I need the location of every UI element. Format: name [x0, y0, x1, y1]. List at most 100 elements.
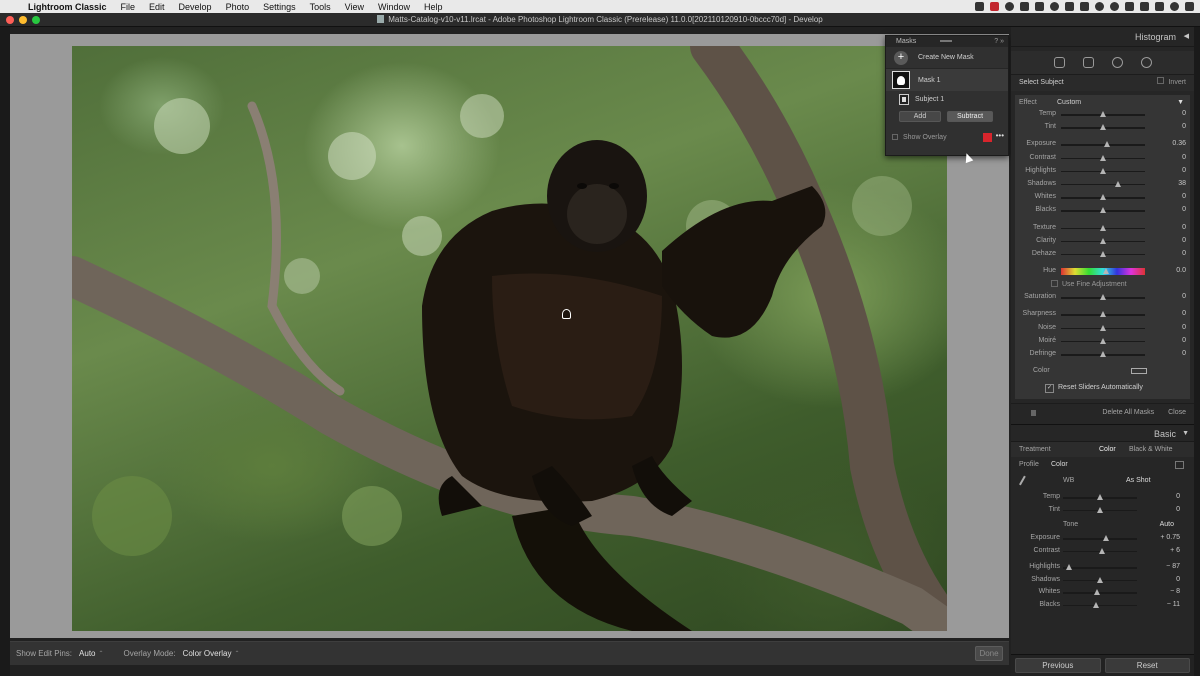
shadows-slider[interactable]: Shadows 0	[1011, 574, 1194, 587]
whites-slider[interactable]: Whites − 8	[1011, 586, 1194, 599]
saturation-knob[interactable]	[1100, 294, 1106, 301]
moir-value[interactable]: 0	[1182, 337, 1186, 344]
texture-value[interactable]: 0	[1182, 224, 1186, 231]
exposure-slider[interactable]: Exposure 0.36	[1015, 138, 1190, 151]
overlay-mode-select[interactable]: Color Overlay	[183, 649, 232, 658]
eyedropper-icon[interactable]	[1019, 475, 1031, 489]
temp-value[interactable]: 0	[1176, 493, 1180, 500]
tint-value[interactable]: 0	[1182, 123, 1186, 130]
clarity-value[interactable]: 0	[1182, 237, 1186, 244]
contrast-value[interactable]: + 6	[1170, 547, 1180, 554]
saturation-value[interactable]: 0	[1182, 293, 1186, 300]
dehaze-knob[interactable]	[1100, 250, 1106, 257]
edit-pin[interactable]	[562, 309, 571, 319]
blacks-knob[interactable]	[1093, 601, 1100, 608]
create-new-mask-button[interactable]: + Create New Mask	[886, 47, 1008, 69]
toggle-icon[interactable]	[1031, 410, 1036, 417]
exposure-knob[interactable]	[1104, 141, 1111, 148]
moir-knob[interactable]	[1100, 337, 1106, 344]
zoom-window-button[interactable]	[32, 16, 40, 24]
tray-spotlight-icon[interactable]	[1155, 2, 1164, 11]
whites-value[interactable]: − 8	[1170, 588, 1180, 595]
dehaze-slider[interactable]: Dehaze 0	[1015, 248, 1190, 261]
collapse-icon[interactable]: »	[1000, 38, 1004, 45]
healing-tool-icon[interactable]	[1082, 57, 1094, 68]
tray-screen-icon[interactable]	[1020, 2, 1029, 11]
photo-preview[interactable]	[72, 46, 947, 631]
blacks-knob[interactable]	[1100, 207, 1106, 214]
defringe-value[interactable]: 0	[1182, 350, 1186, 357]
reset-button[interactable]: Reset	[1104, 658, 1190, 673]
shadows-value[interactable]: 0	[1176, 576, 1180, 583]
temp-value[interactable]: 0	[1182, 110, 1186, 117]
more-options-icon[interactable]: •••	[996, 131, 1004, 140]
texture-slider[interactable]: Texture 0	[1015, 222, 1190, 235]
whites-knob[interactable]	[1094, 589, 1101, 596]
collapse-triangle-icon[interactable]: ▼	[1182, 425, 1189, 443]
texture-knob[interactable]	[1100, 224, 1106, 231]
close-window-button[interactable]	[6, 16, 14, 24]
defringe-slider[interactable]: Defringe 0	[1015, 348, 1190, 361]
highlights-knob[interactable]	[1065, 564, 1072, 571]
auto-tone-button[interactable]: Auto	[1160, 518, 1174, 532]
contrast-slider[interactable]: Contrast 0	[1015, 152, 1190, 165]
tray-wifi-icon[interactable]	[1125, 2, 1134, 11]
menu-tools[interactable]: Tools	[303, 2, 338, 12]
wb-select[interactable]: As Shot	[1126, 477, 1151, 484]
collapse-triangle-icon[interactable]: ◀	[1184, 27, 1189, 47]
shadows-slider[interactable]: Shadows 38	[1015, 178, 1190, 191]
minimize-window-button[interactable]	[19, 16, 27, 24]
whites-knob[interactable]	[1100, 194, 1106, 201]
noise-value[interactable]: 0	[1182, 324, 1186, 331]
masking-tool-icon[interactable]	[1140, 57, 1152, 68]
drag-handle-icon[interactable]	[940, 40, 952, 42]
overlay-color-swatch[interactable]	[983, 133, 992, 142]
menu-settings[interactable]: Settings	[256, 2, 303, 12]
highlights-value[interactable]: − 87	[1166, 563, 1180, 570]
tray-c-icon[interactable]	[1095, 2, 1104, 11]
shadows-knob[interactable]	[1097, 576, 1103, 583]
sharpness-knob[interactable]	[1100, 311, 1106, 318]
collapse-triangle-icon[interactable]: ▼	[1177, 97, 1184, 108]
mask-component-item[interactable]: Subject 1	[886, 91, 1008, 108]
reset-sliders-checkbox[interactable]: Reset Sliders Automatically	[1015, 381, 1190, 395]
histogram-header[interactable]: Histogram ◀	[1011, 27, 1194, 47]
tray-control-center-icon[interactable]	[1185, 2, 1194, 11]
close-masks-button[interactable]: Close	[1168, 409, 1186, 416]
temp-knob[interactable]	[1100, 111, 1106, 117]
help-icon[interactable]: ?	[994, 38, 998, 45]
tray-app-icon[interactable]	[975, 2, 984, 11]
highlights-value[interactable]: 0	[1182, 167, 1186, 174]
tint-value[interactable]: 0	[1176, 506, 1180, 513]
menu-edit[interactable]: Edit	[142, 2, 172, 12]
temp-slider[interactable]: Temp 0	[1011, 491, 1194, 504]
effect-preset-select[interactable]: Custom	[1057, 97, 1081, 108]
invert-checkbox[interactable]: Invert	[1157, 75, 1186, 91]
red-eye-tool-icon[interactable]	[1111, 57, 1123, 68]
blacks-slider[interactable]: Blacks − 11	[1011, 599, 1194, 612]
tint-slider[interactable]: Tint 0	[1011, 504, 1194, 517]
blacks-value[interactable]: 0	[1182, 206, 1186, 213]
treatment-color-option[interactable]: Color	[1099, 442, 1116, 457]
blacks-slider[interactable]: Blacks 0	[1015, 204, 1190, 217]
tray-eye-icon[interactable]	[1005, 2, 1014, 11]
mask-item[interactable]: Mask 1	[886, 69, 1008, 91]
contrast-knob[interactable]	[1100, 154, 1106, 161]
blacks-track[interactable]	[1063, 604, 1137, 607]
menu-file[interactable]: File	[114, 2, 143, 12]
menu-view[interactable]: View	[338, 2, 371, 12]
right-panel-edge[interactable]	[1194, 27, 1200, 676]
shadows-knob[interactable]	[1115, 180, 1122, 187]
contrast-value[interactable]: 0	[1182, 154, 1186, 161]
tray-drop-icon[interactable]	[1065, 2, 1074, 11]
shadows-value[interactable]: 38	[1178, 180, 1186, 187]
hue-slider[interactable]: Hue 0.0	[1015, 265, 1190, 278]
done-button[interactable]: Done	[975, 646, 1003, 661]
highlights-track[interactable]	[1063, 567, 1137, 569]
image-canvas[interactable]	[10, 34, 1009, 638]
hue-knob[interactable]	[1103, 268, 1109, 275]
sharpness-slider[interactable]: Sharpness 0	[1015, 308, 1190, 321]
moir-slider[interactable]: Moiré 0	[1015, 335, 1190, 348]
tray-layers-icon[interactable]	[1080, 2, 1089, 11]
tray-gear-icon[interactable]	[1110, 2, 1119, 11]
